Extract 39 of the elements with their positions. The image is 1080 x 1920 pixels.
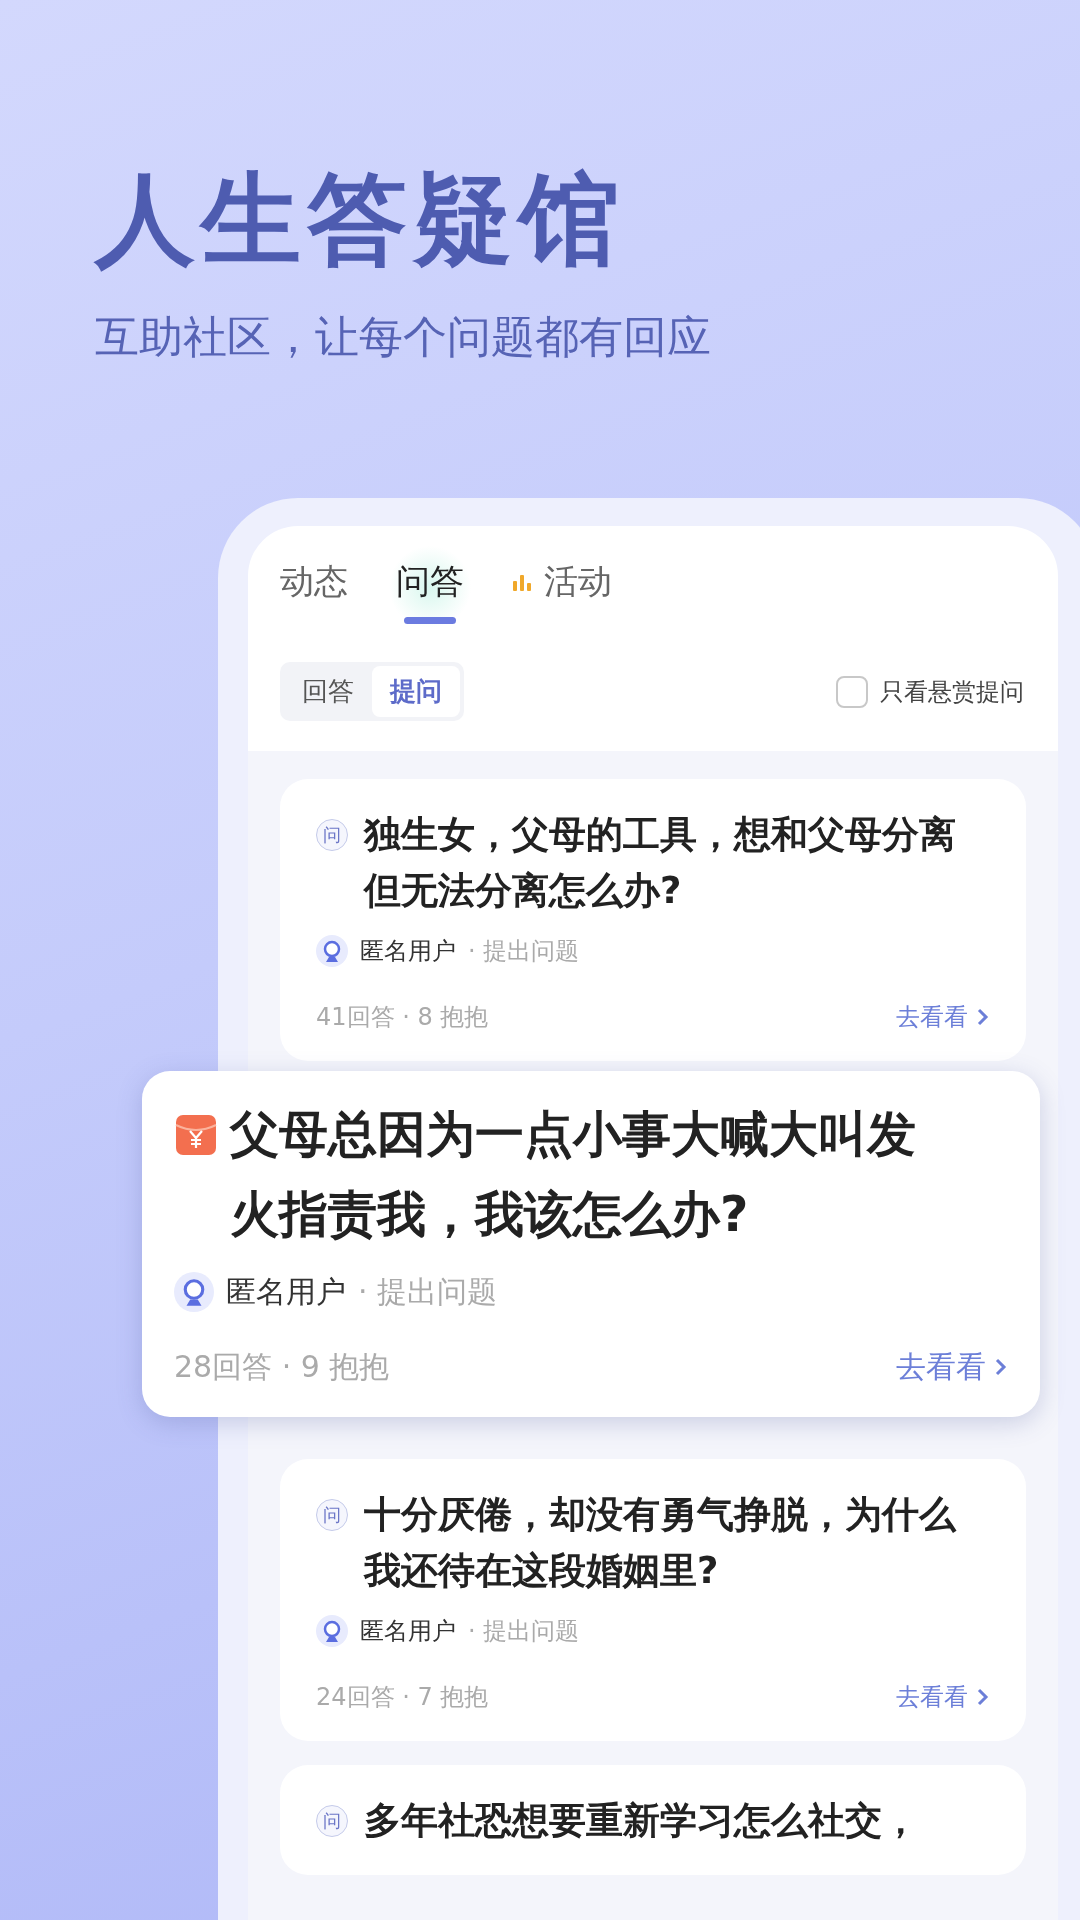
filter-label: 只看悬赏提问 [880,676,1024,708]
answer-stats: 24回答 · 7 抱抱 [316,1682,489,1713]
question-title: 父母总因为一点小事大喊大叫发火指责我，我该怎么办? [230,1105,917,1245]
chevron-right-icon [994,1356,1008,1377]
post-action: · 提出问题 [358,1273,498,1311]
segment-button[interactable]: 提问 [372,666,460,717]
question-badge: 问 [316,1805,348,1837]
envelope-icon [174,1113,218,1157]
author-name: 匿名用户 [226,1273,346,1311]
view-link[interactable]: 去看看 [896,1679,990,1715]
author-name: 匿名用户 [360,936,456,967]
question-title: 十分厌倦，却没有勇气挣脱，为什么我还待在这段婚姻里? [364,1492,958,1594]
question-card[interactable]: 问 十分厌倦，却没有勇气挣脱，为什么我还待在这段婚姻里? 匿名用户 · 提出问题 24回答 · 7 抱抱 去看看 [280,1459,1026,1741]
subtitle: 互助社区，让每个问题都有回应 [95,310,712,364]
question-card[interactable]: 问 多年社恐想要重新学习怎么社交， [280,1765,1026,1875]
avatar-icon [174,1271,214,1312]
answer-stats: 41回答 · 8 抱抱 [316,1002,489,1033]
chevron-right-icon [976,1007,990,1027]
headline: 人生答疑馆 [95,160,626,280]
avatar-icon [316,1615,348,1647]
bar-chart-icon [512,572,532,591]
chevron-right-icon [976,1687,990,1707]
view-link[interactable]: 去看看 [896,999,990,1035]
question-title: 独生女，父母的工具，想和父母分离但无法分离怎么办? [364,812,957,914]
question-badge: 问 [316,1499,348,1531]
question-badge: 问 [316,819,348,851]
post-action: · 提出问题 [468,936,580,967]
question-card[interactable]: 问 独生女，父母的工具，想和父母分离但无法分离怎么办? 匿名用户 · 提出问题 41回答 · 8 抱抱 去看看 [280,779,1026,1061]
avatar-icon [316,935,348,967]
checkbox[interactable] [836,675,868,708]
segment-button[interactable]: 回答 [284,666,372,717]
author-name: 匿名用户 [360,1616,456,1647]
view-link[interactable]: 去看看 [896,1344,1008,1389]
question-title: 多年社恐想要重新学习怎么社交， [364,1798,919,1844]
tab[interactable]: 活动 [512,546,612,628]
post-action: · 提出问题 [468,1616,580,1647]
tab[interactable]: 动态 [280,546,348,628]
featured-question-card[interactable]: 父母总因为一点小事大喊大叫发火指责我，我该怎么办? 匿名用户 · 提出问题 28回答 · 9 抱抱 去看看 [142,1071,1040,1417]
answer-stats: 28回答 · 9 抱抱 [174,1348,390,1386]
